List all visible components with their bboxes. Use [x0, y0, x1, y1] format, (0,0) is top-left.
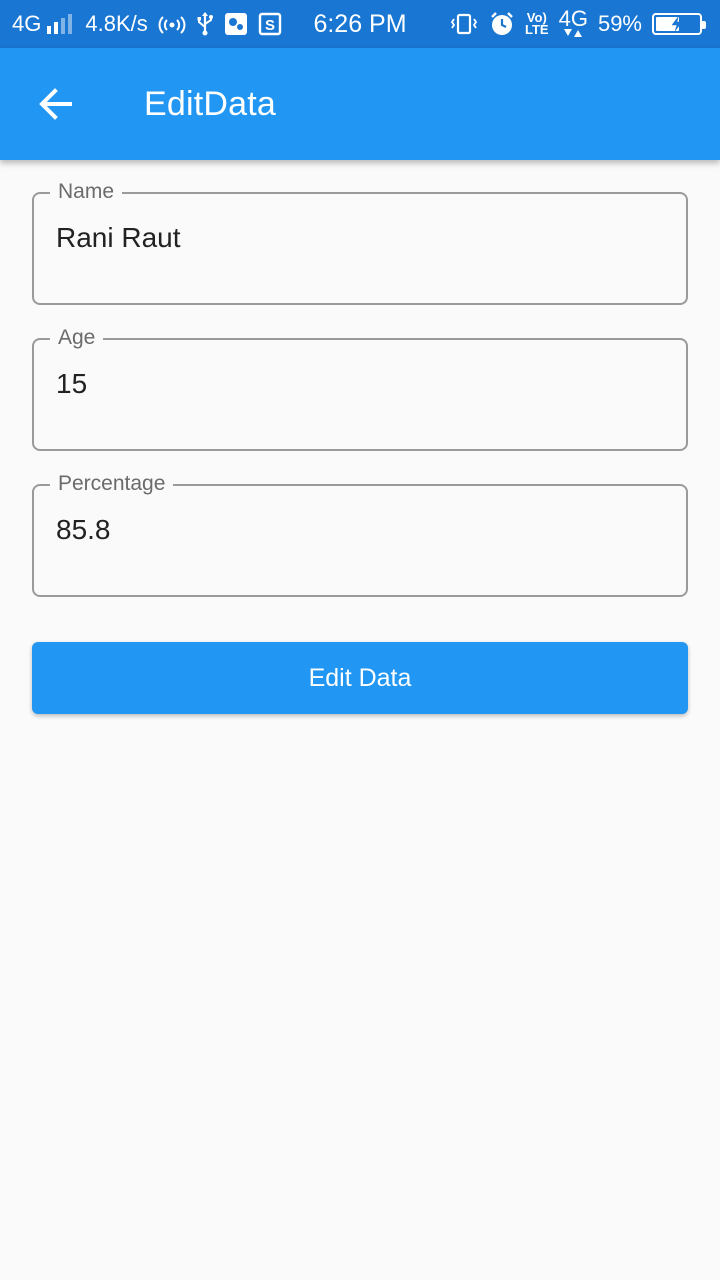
network-type-right-label: 4G: [558, 6, 588, 31]
percentage-field-label: Percentage: [50, 472, 174, 496]
vibrate-icon: [449, 12, 479, 36]
status-bar: 4G 4.8K/s S 6:26 PM Vo) LTE 4G 59%: [0, 0, 720, 48]
app-bar: EditData: [0, 48, 720, 160]
arrow-back-icon: [39, 88, 72, 120]
status-bar-left: 4G 4.8K/s S: [12, 0, 292, 48]
clock: 6:26 PM: [313, 9, 407, 38]
hotspot-icon: [158, 12, 186, 36]
back-button[interactable]: [20, 68, 92, 140]
status-bar-right: Vo) LTE 4G 59%: [439, 0, 708, 48]
svg-text:S: S: [265, 17, 275, 34]
data-arrows-icon: [564, 29, 583, 37]
battery-percent: 59%: [597, 11, 642, 36]
data-speed: 4.8K/s: [85, 11, 148, 36]
alarm-icon: [489, 11, 515, 37]
name-input[interactable]: [56, 216, 656, 260]
age-field: Age: [32, 326, 688, 451]
usb-icon: [196, 11, 214, 37]
name-field-label: Name: [50, 180, 123, 204]
age-field-label: Age: [50, 326, 104, 350]
edit-form: Name Age Percentage: [32, 160, 688, 597]
name-field: Name: [32, 180, 688, 305]
network-type: 4G: [12, 11, 42, 36]
page-title: EditData: [144, 84, 277, 123]
s-app-icon: S: [258, 12, 282, 36]
volte-bottom-label: LTE: [525, 22, 549, 37]
percentage-field: Percentage: [32, 472, 688, 597]
network-type-right: 4G: [558, 6, 588, 38]
battery-charging-icon: [652, 13, 706, 35]
percentage-input[interactable]: [56, 508, 656, 552]
edit-data-button[interactable]: Edit Data: [32, 642, 688, 714]
volte-icon: Vo) LTE: [525, 11, 549, 37]
signal-bars-icon: [47, 14, 75, 34]
app-notification-icon: [224, 12, 248, 36]
age-input[interactable]: [56, 362, 656, 406]
